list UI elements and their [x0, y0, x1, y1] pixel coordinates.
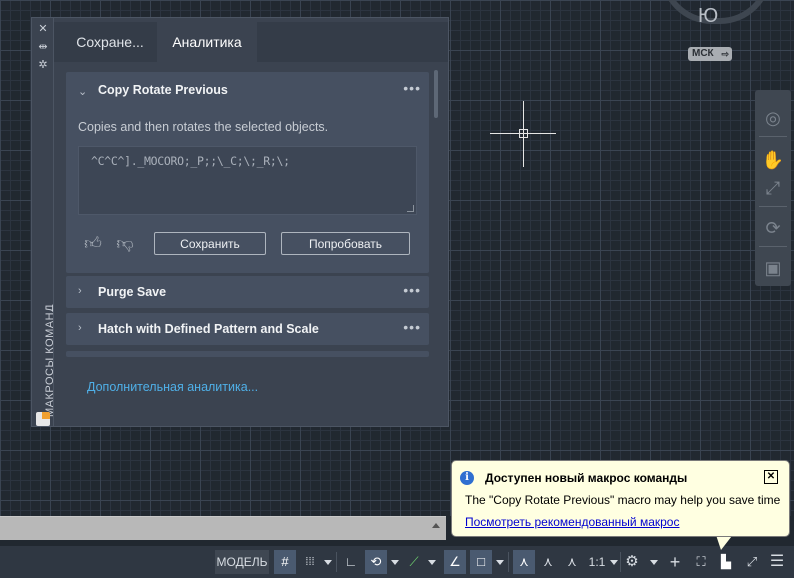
chevron-down-icon[interactable]: [610, 560, 618, 565]
orbit-icon[interactable]: ⟳: [761, 216, 785, 240]
crosshair-pickbox: [519, 129, 528, 138]
macro-card-purge-save[interactable]: › Purge Save •••: [66, 276, 429, 308]
macro-title[interactable]: Copy Rotate Previous: [98, 83, 228, 97]
viewcube-face-label[interactable]: Ю: [698, 5, 718, 28]
try-macro-button[interactable]: Попробовать: [281, 232, 410, 255]
navigation-bar: ◎ ✋ ⤢ ⟳ ▣: [755, 90, 791, 286]
chevron-down-icon[interactable]: [324, 560, 332, 565]
annotation-monitor-icon[interactable]: +: [664, 550, 686, 574]
macro-card-partial: [66, 351, 429, 357]
tab-saved[interactable]: Сохране...: [62, 22, 158, 62]
save-macro-button[interactable]: Сохранить: [154, 232, 266, 255]
notification-title: Доступен новый макрос команды: [485, 471, 688, 485]
chevron-up-icon[interactable]: [432, 523, 440, 528]
ucs-label: МСК: [692, 48, 714, 59]
statusbar-separator: [620, 552, 621, 572]
palette-side-title: МАКРОСЫ КОМАНД: [44, 303, 56, 417]
model-space-button[interactable]: МОДЕЛЬ: [215, 550, 269, 574]
navbar-separator: [759, 206, 787, 207]
view-recommended-macro-link[interactable]: Посмотреть рекомендованный макрос: [465, 515, 679, 529]
ucs-menu-button[interactable]: МСК ⇨: [688, 47, 732, 61]
notification-message: The "Copy Rotate Previous" macro may hel…: [465, 493, 781, 507]
object-snap-icon[interactable]: □: [470, 550, 492, 574]
command-macros-palette: Сохране... Аналитика ⌄ Copy Rotate Previ…: [53, 17, 449, 427]
close-icon[interactable]: ✕: [764, 470, 778, 484]
palette-scrollbar[interactable]: [434, 70, 438, 118]
annotation-scale-icon[interactable]: ⋏: [562, 550, 582, 574]
isodraft-icon[interactable]: ⟋: [404, 550, 424, 574]
thumbs-down-icon[interactable]: 👎︎: [114, 233, 136, 255]
more-options-icon[interactable]: •••: [403, 80, 421, 96]
ucs-arrow-icon: ⇨: [721, 49, 729, 59]
more-options-icon[interactable]: •••: [403, 319, 421, 335]
chevron-down-icon[interactable]: [650, 560, 658, 565]
zoom-extents-icon[interactable]: ⤢: [761, 176, 785, 200]
units-icon[interactable]: ⛶: [690, 550, 712, 574]
autohide-icon[interactable]: ⇹: [37, 40, 49, 53]
polar-tracking-icon[interactable]: ⟲: [365, 550, 387, 574]
gear-icon[interactable]: ✲: [37, 58, 49, 71]
command-line-area[interactable]: [0, 516, 446, 540]
macro-title[interactable]: Hatch with Defined Pattern and Scale: [98, 322, 319, 336]
auto-scale-icon[interactable]: ⋏: [538, 550, 558, 574]
more-options-icon[interactable]: •••: [403, 282, 421, 298]
pan-hand-icon[interactable]: ✋: [761, 148, 785, 172]
statusbar-separator: [508, 552, 509, 572]
workspace-gear-icon[interactable]: ⚙: [622, 550, 642, 574]
thumbs-up-icon[interactable]: 👍︎: [82, 233, 104, 255]
steering-wheel-icon[interactable]: ◎: [761, 106, 785, 130]
fullscreen-icon[interactable]: ⤢: [742, 550, 762, 574]
navbar-separator: [759, 246, 787, 247]
palette-tabs: Сохране... Аналитика: [54, 22, 448, 62]
macro-code-text: ^C^C^]._MOCORO;_P;;\_C;\;_R;\;: [91, 154, 290, 168]
status-bar: МОДЕЛЬ # ⁞⁞⁞ ∟ ⟲ ⟋ ∠ □ ⋏ ⋏ ⋏ 1:1 ⚙ + ⛶ ▙…: [0, 546, 794, 578]
palette-title-bar[interactable]: ✕ ⇹ ✲ МАКРОСЫ КОМАНД: [31, 17, 56, 427]
more-analytics-link[interactable]: Дополнительная аналитика...: [87, 380, 258, 394]
macro-card-expanded: ⌄ Copy Rotate Previous ••• Copies and th…: [66, 72, 429, 273]
chevron-down-icon[interactable]: [496, 560, 504, 565]
macro-notification-balloon: i Доступен новый макрос команды ✕ The "C…: [451, 460, 790, 537]
scale-label[interactable]: 1:1: [586, 550, 608, 574]
grid-icon[interactable]: #: [274, 550, 296, 574]
chevron-down-icon[interactable]: [428, 560, 436, 565]
chevron-right-icon[interactable]: ›: [78, 322, 82, 334]
macro-card-hatch[interactable]: › Hatch with Defined Pattern and Scale •…: [66, 313, 429, 345]
info-icon: i: [460, 471, 474, 485]
macro-title[interactable]: Purge Save: [98, 285, 166, 299]
object-snap-tracking-icon[interactable]: ∠: [444, 550, 466, 574]
tab-analytics[interactable]: Аналитика: [157, 22, 257, 62]
macro-advisor-status-icon[interactable]: ▙: [716, 550, 736, 574]
macro-list: ⌄ Copy Rotate Previous ••• Copies and th…: [64, 68, 436, 408]
annotation-visibility-icon[interactable]: ⋏: [513, 550, 535, 574]
chevron-down-icon[interactable]: ⌄: [78, 85, 87, 98]
macro-advisor-logo-icon: [36, 412, 50, 426]
close-icon[interactable]: ✕: [37, 22, 49, 35]
ortho-icon[interactable]: ∟: [341, 550, 361, 574]
macro-code-field[interactable]: ^C^C^]._MOCORO;_P;;\_C;\;_R;\;: [78, 146, 417, 215]
customization-menu-icon[interactable]: ☰: [766, 550, 788, 574]
showmotion-icon[interactable]: ▣: [761, 256, 785, 280]
resize-grip-icon[interactable]: [407, 205, 414, 212]
navbar-separator: [759, 136, 787, 137]
statusbar-separator: [336, 552, 337, 572]
snap-icon[interactable]: ⁞⁞⁞: [300, 550, 320, 574]
macro-description: Copies and then rotates the selected obj…: [78, 120, 329, 134]
chevron-right-icon[interactable]: ›: [78, 285, 82, 297]
chevron-down-icon[interactable]: [391, 560, 399, 565]
